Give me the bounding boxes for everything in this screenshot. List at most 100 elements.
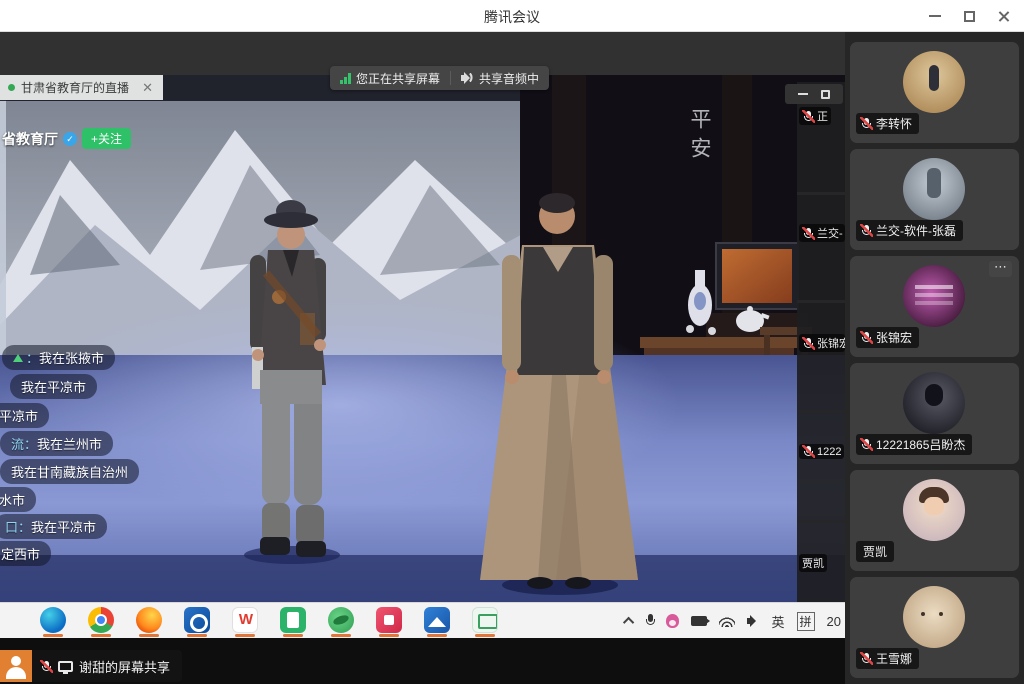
audio-status-label: 共享音频中: [479, 70, 539, 87]
mic-muted-icon: [802, 445, 814, 458]
panel-minimize-icon[interactable]: [798, 93, 808, 95]
firefox-icon[interactable]: [136, 607, 162, 633]
chat-text: 定西市: [1, 547, 40, 562]
verified-badge-icon: ✓: [63, 132, 77, 146]
tray-camera-icon[interactable]: [691, 616, 707, 626]
tray-speaker-icon[interactable]: [747, 615, 760, 627]
sharing-banner: 您正在共享屏幕 共享音频中: [330, 66, 549, 90]
edge-icon[interactable]: [40, 607, 66, 633]
participant-tile[interactable]: ⋯ 张锦宏: [850, 256, 1019, 357]
chat-text: 水市: [0, 493, 25, 508]
tray-expand-icon[interactable]: [622, 617, 633, 628]
mic-muted-icon: [860, 331, 872, 344]
overlay-participant-name: 1222: [817, 446, 841, 458]
chat-user-icon: [13, 354, 23, 362]
tab-close-icon[interactable]: ✕: [140, 80, 155, 96]
avatar: [903, 372, 965, 434]
avatar: [903, 586, 965, 648]
chat-message: 平凉市: [0, 403, 49, 428]
sharing-status: 您正在共享屏幕: [330, 70, 450, 87]
chat-prefix: ：: [26, 351, 39, 366]
panel-restore-icon[interactable]: [821, 90, 830, 99]
chat-message: 流：我在兰州市: [0, 431, 113, 456]
mic-muted-icon: [860, 438, 872, 451]
tray-wifi-icon[interactable]: [719, 616, 735, 627]
mic-muted-icon: [802, 337, 814, 350]
avatar: [903, 158, 965, 220]
overlay-participant-name: 贾凯: [802, 555, 824, 571]
close-icon[interactable]: [986, 0, 1020, 32]
chrome-icon[interactable]: [88, 607, 114, 633]
chat-prefix: 流：: [11, 437, 37, 452]
screen-share-icon: [58, 661, 73, 672]
tab-title: 甘肃省教育厅的直播: [21, 79, 140, 96]
tencent-meeting-window: 腾讯会议 您正在共享屏幕 共享音频中: [0, 0, 1024, 684]
overlay-participant-name: 张锦宏: [817, 335, 845, 351]
tab-live-dot-icon: [8, 84, 15, 91]
participant-name: 李转怀: [876, 115, 912, 132]
participant-name: 兰交-软件-张磊: [876, 222, 956, 239]
maximize-icon[interactable]: [952, 0, 986, 32]
tray-input-language[interactable]: 英: [772, 612, 785, 631]
minimize-icon[interactable]: [918, 0, 952, 32]
participant-panel: 李转怀 兰交-软件-张磊 ⋯ 张锦宏 12221865吕盼杰 贾凯 王雪娜: [845, 32, 1024, 684]
overlay-participant-strip: 正 兰交- 张锦宏 1222 贾凯: [797, 82, 845, 602]
tray-ime-indicator[interactable]: 拼: [797, 612, 815, 631]
chat-message: 口：我在平凉市: [0, 514, 107, 539]
chat-text: 平凉市: [0, 409, 38, 424]
participant-name: 王雪娜: [876, 650, 912, 667]
sharing-status-label: 您正在共享屏幕: [356, 70, 440, 87]
participant-tile[interactable]: 王雪娜: [850, 577, 1019, 678]
chat-message: 我在甘南藏族自治州: [0, 459, 139, 484]
tray-mic-icon[interactable]: [646, 614, 654, 628]
green-bird-app-icon[interactable]: [328, 607, 354, 633]
participant-tile[interactable]: 兰交-软件-张磊: [850, 149, 1019, 250]
chat-prefix: 口：: [5, 520, 31, 535]
streamer-info: 省教育厅 ✓ +关注: [2, 128, 131, 149]
chat-text: 我在兰州市: [37, 437, 102, 452]
sharer-avatar-icon: [0, 650, 32, 682]
participant-tile[interactable]: 贾凯: [850, 470, 1019, 571]
chat-text: 我在平凉市: [21, 380, 86, 395]
streamer-name: 省教育厅: [2, 129, 58, 149]
window-title: 腾讯会议: [0, 7, 1024, 27]
panel-window-controls: [785, 84, 843, 104]
audio-sharing-status[interactable]: 共享音频中: [451, 70, 549, 87]
chat-text: 我在张掖市: [39, 351, 104, 366]
outlook-icon[interactable]: [184, 607, 210, 633]
windows-taskbar: 英 拼 20: [0, 602, 845, 638]
mic-muted-icon: [802, 110, 814, 123]
overlay-participant-name: 正: [817, 108, 828, 124]
avatar: [903, 479, 965, 541]
chat-text: 我在平凉市: [31, 520, 96, 535]
avatar: [903, 265, 965, 327]
participant-tile[interactable]: 12221865吕盼杰: [850, 363, 1019, 464]
participant-tile[interactable]: 李转怀: [850, 42, 1019, 143]
speaker-icon: [461, 72, 474, 84]
mic-muted-icon: [802, 227, 814, 240]
mic-muted-icon: [860, 224, 872, 237]
participant-name: 张锦宏: [876, 329, 912, 346]
red-app-icon[interactable]: [376, 607, 402, 633]
chat-message: 我在平凉市: [10, 374, 97, 399]
meeting-share-status: 谢甜的屏幕共享: [0, 650, 182, 682]
system-tray: 英 拼 20: [626, 603, 842, 639]
photos-app-icon[interactable]: [424, 607, 450, 633]
mic-muted-icon: [40, 660, 52, 673]
screen-share-app-icon[interactable]: [472, 607, 498, 633]
backdrop-calligraphy: 平安: [684, 108, 714, 166]
tray-qq-icon[interactable]: [666, 614, 679, 628]
tray-clock: 20: [827, 614, 841, 629]
participant-name: 贾凯: [863, 543, 887, 560]
wps-icon[interactable]: [232, 607, 258, 633]
green-doc-app-icon[interactable]: [280, 607, 306, 633]
shared-screen-content: 平安: [0, 75, 845, 602]
chat-text: 我在甘南藏族自治州: [11, 465, 128, 480]
mic-muted-icon: [860, 117, 872, 130]
window-titlebar: 腾讯会议: [0, 0, 1024, 32]
follow-button[interactable]: +关注: [82, 128, 131, 149]
browser-tab[interactable]: 甘肃省教育厅的直播 ✕: [0, 75, 163, 100]
signal-bars-icon: [340, 73, 351, 84]
avatar: [903, 51, 965, 113]
more-options-icon[interactable]: ⋯: [989, 261, 1012, 277]
